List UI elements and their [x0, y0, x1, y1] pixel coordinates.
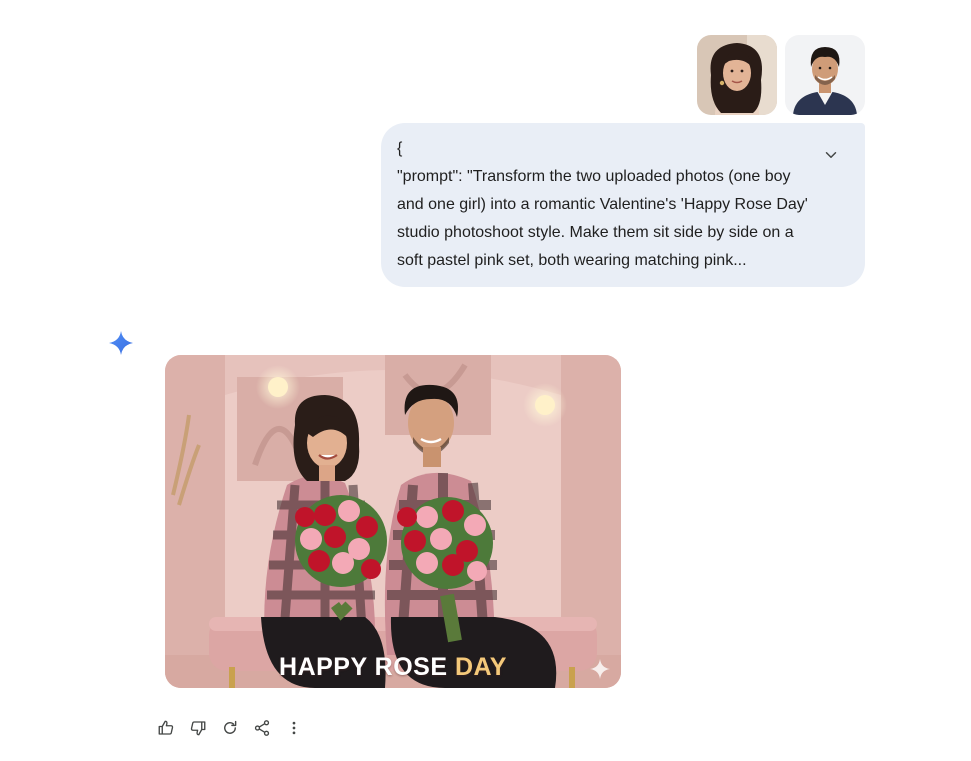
regenerate-button[interactable]: [218, 716, 242, 740]
chat-page: { "prompt": "Transform the two uploaded …: [0, 0, 971, 761]
sparkle-icon: [590, 659, 610, 679]
more-options-icon: [292, 721, 296, 735]
thumbs-up-icon: [158, 720, 174, 735]
regenerate-icon: [224, 720, 237, 734]
uploaded-photo-boy[interactable]: [785, 35, 865, 115]
thumbs-down-icon: [190, 721, 206, 736]
generated-image-illustration: [165, 355, 621, 688]
image-caption: HAPPY ROSE DAY: [165, 653, 621, 682]
thumbs-down-button[interactable]: [186, 716, 210, 740]
share-button[interactable]: [250, 716, 274, 740]
prompt-text: { "prompt": "Transform the two uploaded …: [397, 140, 808, 269]
caption-word-rose: ROSE: [374, 653, 448, 681]
caption-word-day: DAY: [454, 653, 507, 681]
uploaded-photo-girl[interactable]: [697, 35, 777, 115]
expand-prompt-button[interactable]: [819, 143, 843, 167]
gemini-spark-icon: [109, 331, 133, 355]
uploaded-photo-boy-image: [785, 35, 865, 115]
response-actions: [154, 716, 306, 740]
caption-word-happy: HAPPY: [279, 653, 368, 681]
generated-image[interactable]: HAPPY ROSE DAY: [165, 355, 621, 688]
chevron-down-icon: [825, 152, 837, 158]
uploaded-photo-girl-image: [697, 35, 777, 115]
user-prompt-bubble: { "prompt": "Transform the two uploaded …: [381, 123, 865, 287]
more-options-button[interactable]: [282, 716, 306, 740]
thumbs-up-button[interactable]: [154, 716, 178, 740]
share-icon: [254, 720, 270, 736]
